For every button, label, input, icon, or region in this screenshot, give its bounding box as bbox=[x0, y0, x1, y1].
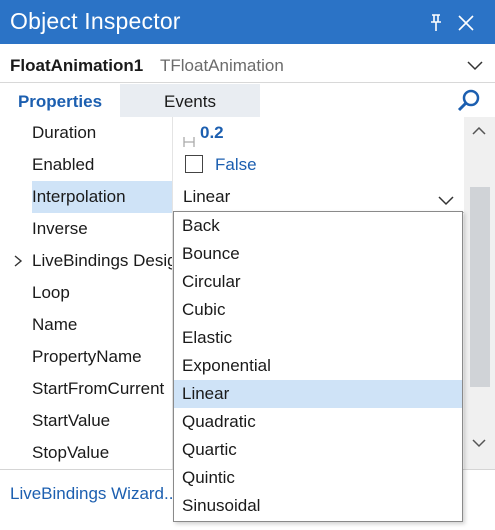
chevron-down-icon[interactable] bbox=[466, 56, 484, 79]
property-row-interpolation[interactable]: Interpolation Linear bbox=[0, 181, 464, 213]
close-icon[interactable] bbox=[455, 12, 477, 34]
property-name: PropertyName bbox=[32, 347, 142, 366]
property-name: Duration bbox=[32, 123, 97, 142]
property-name: StartFromCurrent bbox=[32, 379, 165, 398]
dropdown-option[interactable]: Bounce bbox=[174, 240, 462, 268]
object-selector[interactable]: FloatAnimation1 TFloatAnimation bbox=[0, 50, 495, 83]
dropdown-option-selected[interactable]: Linear bbox=[174, 380, 462, 408]
scroll-down-icon[interactable] bbox=[472, 435, 486, 453]
property-name: StartValue bbox=[32, 411, 111, 430]
dropdown-option[interactable]: Quadratic bbox=[174, 408, 462, 436]
pin-icon[interactable] bbox=[425, 12, 447, 34]
tab-events[interactable]: Events bbox=[120, 84, 260, 118]
property-name: Loop bbox=[32, 283, 70, 302]
vertical-scrollbar[interactable] bbox=[464, 117, 495, 469]
dropdown-option[interactable]: Back bbox=[174, 212, 462, 240]
property-name: StopValue bbox=[32, 443, 110, 462]
interpolation-dropdown-list[interactable]: Back Bounce Circular Cubic Elastic Expon… bbox=[173, 211, 463, 522]
combo-value: Linear bbox=[183, 187, 231, 206]
property-row-duration[interactable]: Duration 0.2 bbox=[0, 117, 464, 149]
property-row-enabled[interactable]: Enabled False bbox=[0, 149, 464, 181]
search-icon[interactable] bbox=[456, 88, 482, 119]
object-class: TFloatAnimation bbox=[160, 56, 284, 75]
checkbox[interactable] bbox=[185, 155, 203, 173]
property-name: Inverse bbox=[32, 219, 88, 238]
dropdown-option[interactable]: Quartic bbox=[174, 436, 462, 464]
object-name: FloatAnimation1 bbox=[10, 56, 144, 75]
dropdown-option[interactable]: Elastic bbox=[174, 324, 462, 352]
property-name: Interpolation bbox=[32, 181, 172, 213]
title-bar: Object Inspector bbox=[0, 0, 495, 44]
interpolation-combo[interactable]: Linear bbox=[175, 181, 464, 213]
scroll-up-icon[interactable] bbox=[472, 123, 486, 141]
property-value: False bbox=[215, 155, 257, 174]
livebindings-wizard-link[interactable]: LiveBindings Wizard... bbox=[10, 484, 178, 504]
tab-properties[interactable]: Properties bbox=[0, 84, 120, 118]
window-title: Object Inspector bbox=[10, 8, 181, 34]
dropdown-option[interactable]: Quintic bbox=[174, 464, 462, 492]
property-name: LiveBindings Designer bbox=[32, 251, 172, 270]
property-value[interactable]: 0.2 bbox=[200, 117, 224, 149]
dropdown-option[interactable]: Sinusoidal bbox=[174, 492, 462, 520]
expand-arrow-icon[interactable] bbox=[12, 254, 24, 273]
scrollbar-thumb[interactable] bbox=[470, 187, 490, 387]
dropdown-option[interactable]: Circular bbox=[174, 268, 462, 296]
dropdown-option[interactable]: Cubic bbox=[174, 296, 462, 324]
property-name: Enabled bbox=[32, 155, 95, 174]
property-name: Name bbox=[32, 315, 78, 334]
tab-bar: Properties Events bbox=[0, 84, 495, 118]
dropdown-option[interactable]: Exponential bbox=[174, 352, 462, 380]
